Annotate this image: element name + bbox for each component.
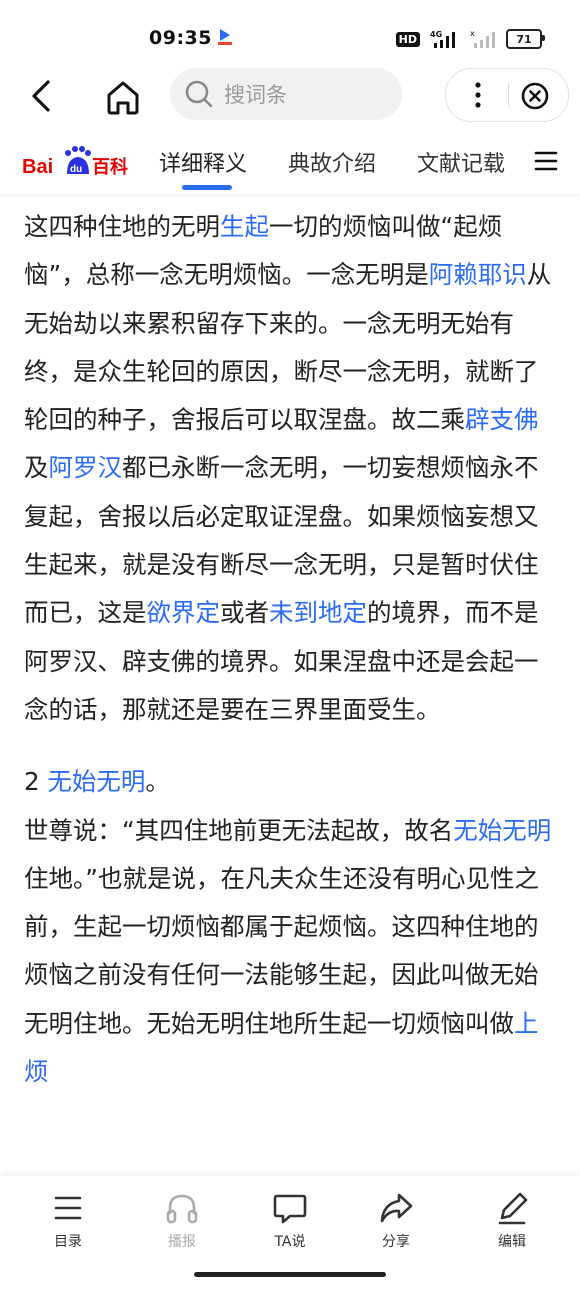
wiki-link[interactable]: 无始无明 bbox=[47, 767, 145, 796]
search-placeholder: 搜词条 bbox=[224, 83, 287, 107]
search-icon bbox=[185, 80, 213, 108]
capsule-divider bbox=[508, 83, 509, 107]
wiki-link[interactable]: 辟支佛 bbox=[465, 405, 539, 434]
tab-bar: Bai du 百科 详细释义 典故介绍 文献记载 bbox=[0, 130, 580, 194]
share-button[interactable]: 分享 bbox=[356, 1188, 436, 1251]
text-run: 这四种住地的无明 bbox=[24, 212, 220, 241]
edit-button[interactable]: 编辑 bbox=[472, 1188, 552, 1251]
signal-secondary-icon: x bbox=[470, 29, 495, 48]
mini-program-capsule bbox=[445, 68, 569, 122]
close-circle-icon[interactable] bbox=[520, 81, 550, 111]
ta-says-label: TA说 bbox=[274, 1234, 306, 1250]
hd-badge: HD bbox=[395, 31, 420, 47]
share-icon bbox=[380, 1193, 413, 1223]
status-bar: 09:35 HD 4G x 71 bbox=[0, 0, 580, 60]
svg-text:x: x bbox=[470, 29, 475, 38]
bottom-toolbar: 目录 播报 TA说 分享 编辑 bbox=[0, 1176, 580, 1289]
text-run: 或者 bbox=[220, 598, 269, 628]
broadcast-label: 播报 bbox=[168, 1234, 196, 1250]
baidu-baike-logo[interactable]: Bai du 百科 bbox=[22, 140, 130, 180]
tab-allusion[interactable]: 典故介绍 bbox=[288, 146, 376, 178]
wiki-link[interactable]: 阿赖耶识 bbox=[429, 260, 527, 289]
paragraph-1: 这四种住地的无明生起一切的烦恼叫做“起烦恼”，总称一念无明烦恼。一念无明是阿赖耶… bbox=[24, 203, 558, 734]
edit-pencil-icon bbox=[498, 1192, 528, 1225]
text-run: 住地。”也就是说，在凡夫众生还没有明心见性之前，生起一切烦恼都属于起烦恼。这四种… bbox=[24, 863, 539, 1038]
text-run: 世尊说：“其四住地前更无法起故，故名 bbox=[24, 815, 454, 845]
tab-literature[interactable]: 文献记载 bbox=[417, 146, 505, 178]
wiki-link[interactable]: 阿罗汉 bbox=[49, 453, 123, 482]
logo-text-du: du bbox=[70, 164, 82, 175]
active-tab-indicator bbox=[182, 185, 232, 190]
app-notification-icon bbox=[218, 29, 232, 45]
signal-4g-icon: 4G bbox=[430, 30, 455, 48]
wiki-link[interactable]: 欲界定 bbox=[147, 598, 221, 627]
catalog-label: 目录 bbox=[54, 1234, 82, 1250]
edit-label: 编辑 bbox=[498, 1234, 526, 1250]
share-label: 分享 bbox=[382, 1234, 410, 1250]
status-icons: HD 4G x 71 bbox=[395, 28, 545, 50]
chat-bubble-icon bbox=[273, 1194, 307, 1224]
menu-icon[interactable] bbox=[534, 150, 558, 172]
search-box[interactable]: 搜词条 bbox=[170, 68, 402, 120]
broadcast-button[interactable]: 播报 bbox=[142, 1188, 222, 1251]
wiki-link[interactable]: 生起 bbox=[220, 212, 269, 241]
svg-text:4G: 4G bbox=[430, 30, 442, 39]
text-run: 2 bbox=[24, 767, 48, 797]
ta-says-button[interactable]: TA说 bbox=[250, 1188, 330, 1251]
battery-icon: 71 bbox=[506, 29, 545, 49]
home-indicator[interactable] bbox=[194, 1272, 386, 1277]
logo-text-baike: 百科 bbox=[92, 156, 128, 178]
home-icon[interactable] bbox=[100, 74, 146, 120]
catalog-button[interactable]: 目录 bbox=[28, 1188, 108, 1251]
more-icon[interactable] bbox=[464, 77, 492, 113]
back-arrow-icon[interactable] bbox=[22, 76, 62, 116]
wiki-link[interactable]: 未到地定 bbox=[269, 598, 367, 627]
headphones-icon bbox=[166, 1194, 198, 1224]
section-heading: 2 无始无明。 bbox=[24, 758, 558, 806]
article-content: 这四种住地的无明生起一切的烦恼叫做“起烦恼”，总称一念无明烦恼。一念无明是阿赖耶… bbox=[24, 203, 558, 1120]
wiki-link[interactable]: 无始无明 bbox=[453, 816, 551, 845]
text-run: 及 bbox=[24, 453, 49, 483]
catalog-icon bbox=[54, 1196, 82, 1220]
paragraph-2: 世尊说：“其四住地前更无法起故，故名无始无明住地。”也就是说，在凡夫众生还没有明… bbox=[24, 807, 558, 1097]
logo-text-bai: Bai bbox=[22, 156, 53, 178]
tab-detailed-definition[interactable]: 详细释义 bbox=[159, 146, 247, 178]
text-run: 。 bbox=[145, 767, 170, 797]
status-time: 09:35 bbox=[149, 27, 212, 49]
nav-bar: 搜词条 bbox=[0, 64, 580, 124]
